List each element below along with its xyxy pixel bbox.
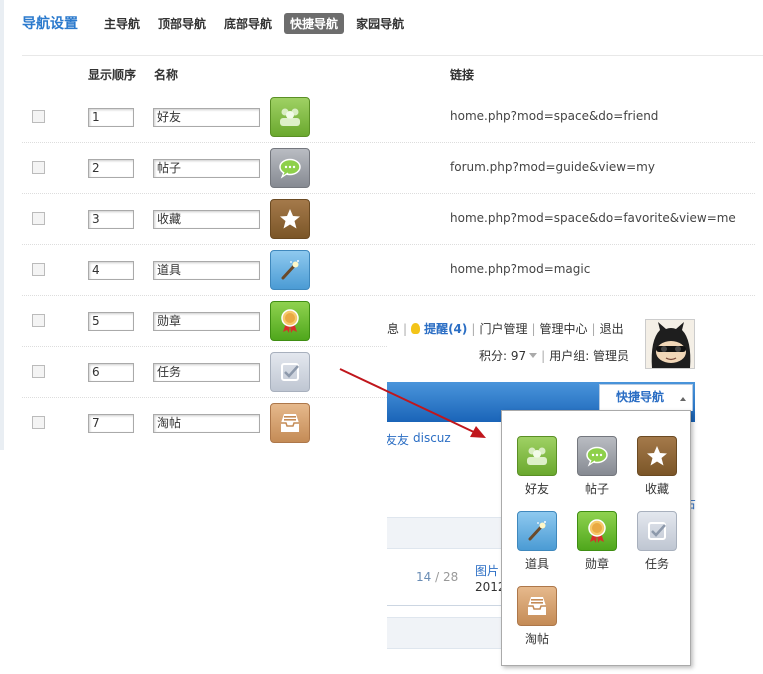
portal-manage-link[interactable]: 门户管理 xyxy=(479,322,527,336)
popup-item-label: 勋章 xyxy=(584,557,609,571)
chevron-up-icon xyxy=(680,397,686,401)
collection-icon xyxy=(517,586,557,626)
posts-icon xyxy=(577,436,617,476)
name-input[interactable]: 任务 xyxy=(153,363,260,382)
row-checkbox[interactable] xyxy=(32,416,45,429)
order-input[interactable]: 2 xyxy=(88,159,134,178)
column-header-name: 名称 xyxy=(154,68,179,82)
row-checkbox[interactable] xyxy=(32,110,45,123)
bulb-icon xyxy=(411,323,421,334)
column-header-order: 显示顺序 xyxy=(88,68,137,82)
popup-item-friends[interactable]: 好友 xyxy=(514,436,560,497)
points-text[interactable]: 积分: 97 xyxy=(479,349,526,363)
friends-icon xyxy=(517,436,557,476)
popup-item-collection[interactable]: 淘帖 xyxy=(514,586,560,647)
name-input[interactable]: 勋章 xyxy=(153,312,260,331)
task-icon xyxy=(637,511,677,551)
order-input[interactable]: 5 xyxy=(88,312,134,331)
name-input[interactable]: 淘帖 xyxy=(153,414,260,433)
friends-icon xyxy=(270,97,310,137)
user-stats: 积分: 97 | 用户组: 管理员 xyxy=(479,349,630,363)
task-icon xyxy=(270,352,310,392)
quick-nav-tab-label: 快捷导航 xyxy=(616,390,665,404)
name-input[interactable]: 帖子 xyxy=(153,159,260,178)
popup-item-label: 收藏 xyxy=(644,482,669,496)
tab-main-nav[interactable]: 主导航 xyxy=(104,15,140,32)
medal-icon xyxy=(270,301,310,341)
list-footer-band xyxy=(387,617,507,649)
medal-icon xyxy=(577,511,617,551)
quick-nav-tab[interactable]: 快捷导航 xyxy=(599,384,693,411)
popup-item-favorites[interactable]: 收藏 xyxy=(634,436,680,497)
column-header-link: 链接 xyxy=(450,68,475,82)
popup-item-label: 帖子 xyxy=(584,482,609,496)
admin-center-link[interactable]: 管理中心 xyxy=(540,322,588,336)
toolbar-partial-text: 息 xyxy=(387,322,400,336)
tab-top-nav[interactable]: 顶部导航 xyxy=(158,15,206,32)
quick-nav-popup: 好友 帖子 收藏 道具 勋章 任务 淘帖 xyxy=(501,410,691,666)
usergroup-text[interactable]: 用户组: 管理员 xyxy=(549,349,629,363)
page-title: 导航设置 xyxy=(22,16,78,32)
avatar[interactable] xyxy=(645,319,695,369)
row-checkbox[interactable] xyxy=(32,263,45,276)
row-link: forum.php?mod=guide&view=my xyxy=(450,160,655,174)
header-divider xyxy=(22,55,763,56)
partial-pic-link[interactable]: 图片 xyxy=(475,562,499,579)
posts-icon xyxy=(270,148,310,188)
name-input[interactable]: 道具 xyxy=(153,261,260,280)
nav-header: 导航设置 主导航 顶部导航 底部导航 快捷导航 家园导航 xyxy=(22,10,422,36)
popup-item-label: 淘帖 xyxy=(524,632,549,646)
magic-wand-icon xyxy=(517,511,557,551)
order-input[interactable]: 3 xyxy=(88,210,134,229)
list-header-band xyxy=(387,517,507,549)
left-border xyxy=(0,0,4,450)
row-link: home.php?mod=magic xyxy=(450,262,591,276)
tab-footer-nav[interactable]: 底部导航 xyxy=(224,15,272,32)
tab-home-nav[interactable]: 家园导航 xyxy=(356,15,404,32)
user-toolbar: 息 | 提醒(4) | 门户管理 | 管理中心 | 退出 xyxy=(387,322,624,336)
order-input[interactable]: 7 xyxy=(88,414,134,433)
popup-item-label: 道具 xyxy=(524,557,549,571)
order-input[interactable]: 1 xyxy=(88,108,134,127)
remind-link[interactable]: 提醒(4) xyxy=(424,322,467,336)
partial-link[interactable]: 友友 xyxy=(387,431,409,448)
popup-item-posts[interactable]: 帖子 xyxy=(574,436,620,497)
row-checkbox[interactable] xyxy=(32,314,45,327)
row-checkbox[interactable] xyxy=(32,365,45,378)
table-row: 1 好友 home.php?mod=space&do=friend xyxy=(22,92,755,143)
table-row: 2 帖子 forum.php?mod=guide&view=my xyxy=(22,143,755,194)
tab-quick-nav[interactable]: 快捷导航 xyxy=(284,12,345,34)
name-input[interactable]: 收藏 xyxy=(153,210,260,229)
row-link: home.php?mod=space&do=friend xyxy=(450,109,659,123)
popup-item-medal[interactable]: 勋章 xyxy=(574,511,620,572)
table-row: 4 道具 home.php?mod=magic xyxy=(22,245,755,296)
popup-item-label: 任务 xyxy=(644,557,669,571)
favorites-icon xyxy=(637,436,677,476)
popup-item-label: 好友 xyxy=(524,482,549,496)
divider xyxy=(387,605,507,606)
table-row: 3 收藏 home.php?mod=space&do=favorite&view… xyxy=(22,194,755,245)
logout-link[interactable]: 退出 xyxy=(600,322,624,336)
reply-count: 14 / 28 xyxy=(416,570,459,584)
discuz-link[interactable]: discuz xyxy=(413,431,451,445)
favorites-icon xyxy=(270,199,310,239)
popup-item-magic[interactable]: 道具 xyxy=(514,511,560,572)
row-checkbox[interactable] xyxy=(32,161,45,174)
order-input[interactable]: 6 xyxy=(88,363,134,382)
popup-item-task[interactable]: 任务 xyxy=(634,511,680,572)
collection-icon xyxy=(270,403,310,443)
chevron-down-icon xyxy=(529,353,538,358)
magic-wand-icon xyxy=(270,250,310,290)
row-checkbox[interactable] xyxy=(32,212,45,225)
order-input[interactable]: 4 xyxy=(88,261,134,280)
name-input[interactable]: 好友 xyxy=(153,108,260,127)
row-link: home.php?mod=space&do=favorite&view=me xyxy=(450,211,736,225)
